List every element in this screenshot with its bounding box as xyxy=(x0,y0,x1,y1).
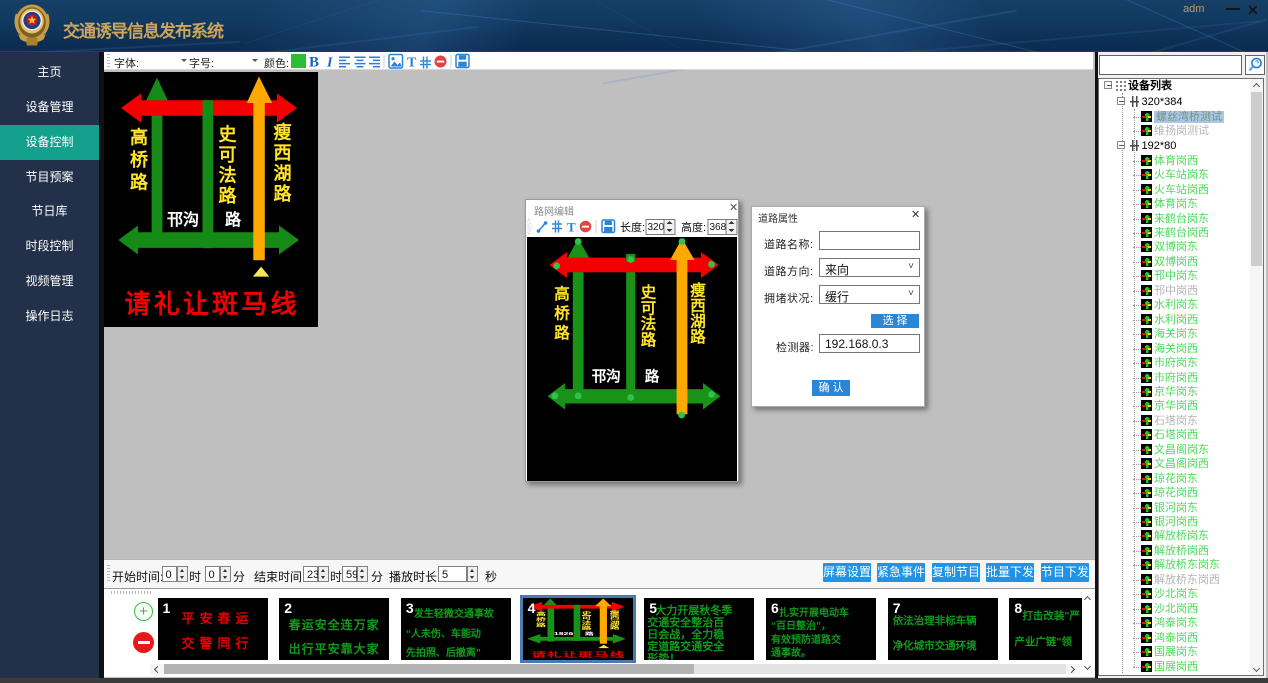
svg-text:I: I xyxy=(326,56,333,71)
svg-text:法: 法 xyxy=(581,620,591,626)
svg-text:高度:: 高度: xyxy=(681,220,706,234)
svg-text:路: 路 xyxy=(641,330,657,349)
svg-text:路: 路 xyxy=(645,368,660,386)
svg-text:路: 路 xyxy=(581,625,591,631)
svg-text:史: 史 xyxy=(219,124,238,145)
svg-text:桥: 桥 xyxy=(130,149,149,170)
svg-text:瘦: 瘦 xyxy=(690,281,706,300)
svg-text:路: 路 xyxy=(536,622,546,628)
svg-text:桥: 桥 xyxy=(536,616,546,622)
svg-text:T: T xyxy=(407,56,417,71)
svg-text:320: 320 xyxy=(648,222,665,233)
svg-text:可: 可 xyxy=(219,145,237,165)
svg-text:B: B xyxy=(309,55,319,71)
svg-text:T: T xyxy=(567,220,576,235)
svg-text:桥: 桥 xyxy=(554,304,570,323)
svg-text:可: 可 xyxy=(641,300,657,317)
svg-text:湖: 湖 xyxy=(609,619,619,625)
svg-text:长度:: 长度: xyxy=(620,220,645,234)
svg-text:湖: 湖 xyxy=(690,313,706,331)
svg-text:路: 路 xyxy=(219,185,238,206)
svg-text:高: 高 xyxy=(130,127,148,148)
svg-text:法: 法 xyxy=(219,165,237,186)
svg-text:路: 路 xyxy=(225,210,242,229)
svg-text:高: 高 xyxy=(536,611,546,617)
svg-text:西: 西 xyxy=(609,615,619,620)
svg-text:史: 史 xyxy=(641,283,657,302)
svg-text:路: 路 xyxy=(274,183,293,204)
svg-text:请礼让斑马线: 请礼让斑马线 xyxy=(531,650,624,658)
svg-text:西: 西 xyxy=(690,297,706,315)
svg-text:368: 368 xyxy=(710,222,727,233)
svg-text:西: 西 xyxy=(274,143,292,163)
svg-text:瘦: 瘦 xyxy=(609,609,619,615)
svg-text:邗沟: 邗沟 xyxy=(167,210,199,229)
svg-text:路: 路 xyxy=(130,172,149,193)
svg-text:可: 可 xyxy=(581,615,591,620)
svg-text:瘦: 瘦 xyxy=(274,122,292,143)
svg-text:邗沟: 邗沟 xyxy=(592,368,621,386)
svg-text:路: 路 xyxy=(554,323,570,342)
svg-text:路: 路 xyxy=(690,327,706,346)
svg-text:史: 史 xyxy=(580,610,592,616)
svg-text:路: 路 xyxy=(609,624,619,630)
svg-text:高: 高 xyxy=(554,284,570,303)
svg-text:1826: 1826 xyxy=(553,632,573,636)
svg-text:法: 法 xyxy=(641,314,657,333)
svg-text:湖: 湖 xyxy=(274,164,292,184)
